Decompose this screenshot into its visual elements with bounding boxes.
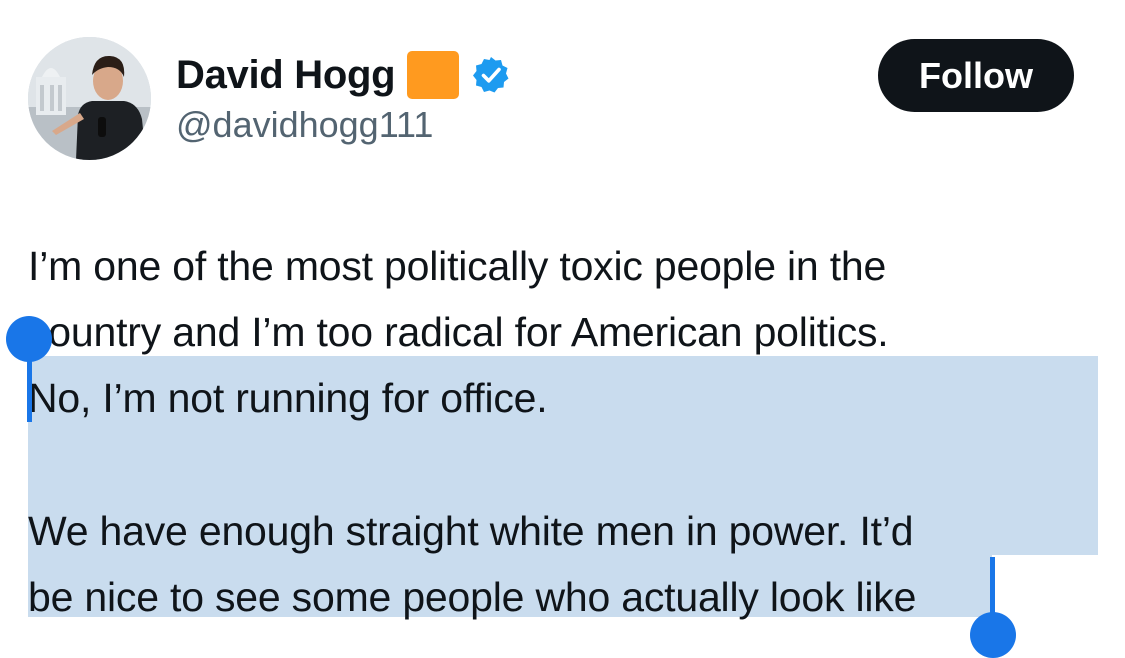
author-display-name[interactable]: David Hogg (176, 53, 396, 98)
post-text-line: be nice to see some people who actually … (28, 574, 917, 620)
verified-badge-icon[interactable] (471, 55, 511, 95)
post-text-line: I’m one of the most politically toxic pe… (28, 243, 887, 289)
post-text-line: We have enough straight white men in pow… (28, 508, 914, 554)
author-name-row[interactable]: David Hogg (176, 50, 511, 100)
avatar[interactable] (28, 37, 151, 160)
post-text-line: No, I’m not running for office. (28, 375, 548, 421)
post-text-line: country and I’m too radical for American… (28, 309, 889, 355)
follow-button[interactable]: Follow (878, 39, 1074, 112)
orange-square-emoji-icon (407, 51, 460, 99)
author-handle[interactable]: @davidhogg111 (176, 104, 433, 146)
selection-end-handle-icon[interactable] (970, 612, 1016, 658)
selection-start-caret (27, 346, 32, 422)
profile-photo-icon (28, 37, 151, 160)
